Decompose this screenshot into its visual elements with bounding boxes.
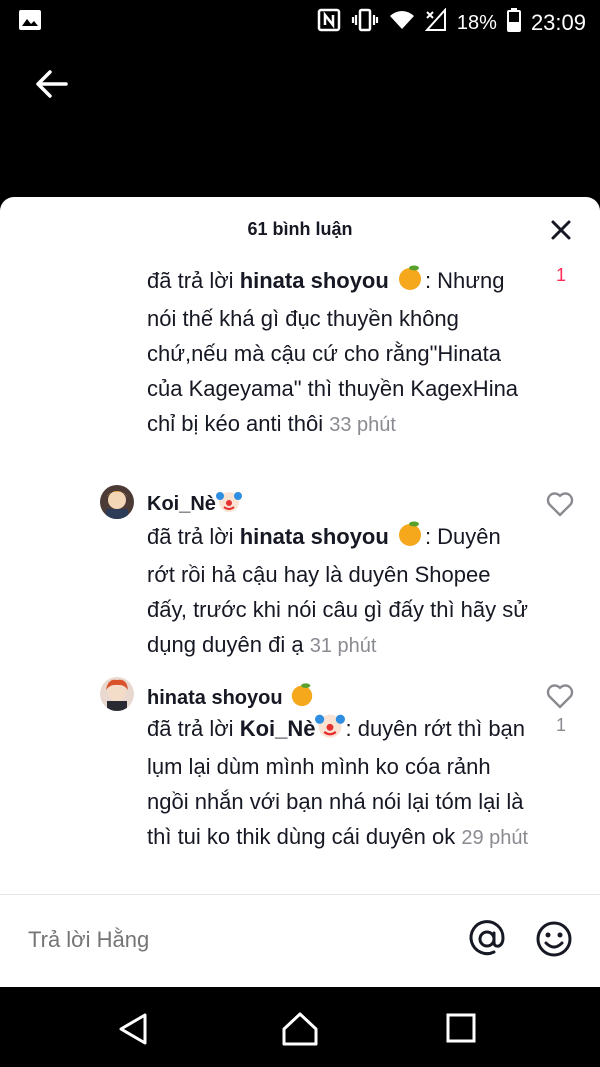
status-bar: 18% 23:09 [0, 0, 600, 40]
battery-level: 18% [456, 11, 497, 34]
recent-apps-icon[interactable] [442, 1009, 482, 1049]
signal-icon [424, 7, 447, 38]
close-icon[interactable] [550, 219, 572, 241]
clock: 23:09 [530, 10, 586, 35]
clown-emoji-icon [215, 489, 242, 520]
navigation-bar [0, 987, 600, 1067]
comment-time: 31 phút [309, 635, 377, 657]
back-triangle-icon[interactable] [115, 1009, 155, 1049]
like-count: 1 [555, 715, 566, 735]
comment-list[interactable]: đã trả lời hinata shoyou : Nhưng nói thế… [0, 257, 600, 892]
comment-username[interactable]: Koi_Nè [147, 489, 242, 520]
comment-text: đã trả lời Koi_Nè: duyên rớt thì bạn lụm… [147, 711, 532, 856]
comment-username[interactable]: hinata shoyou [147, 681, 316, 714]
mention-link[interactable]: Koi_Nè [240, 716, 316, 741]
comment-text: đã trả lời hinata shoyou : Nhưng nói thế… [147, 263, 532, 443]
home-icon[interactable] [280, 1009, 320, 1049]
heart-icon[interactable] [546, 491, 574, 517]
avatar[interactable] [100, 677, 134, 711]
clown-emoji-icon [315, 711, 346, 749]
wifi-icon [389, 9, 415, 37]
comments-sheet: 61 bình luận đã trả lời hinata shoyou : … [0, 197, 600, 987]
comment-time: 29 phút [461, 827, 529, 849]
mention-at-icon[interactable] [467, 919, 507, 959]
reply-bar [0, 894, 600, 987]
tangerine-emoji-icon [395, 519, 425, 557]
mention-link[interactable]: hinata shoyou [240, 268, 389, 293]
mention-link[interactable]: hinata shoyou [240, 524, 389, 549]
like-count: 1 [555, 265, 566, 285]
gallery-notification-icon [18, 9, 42, 36]
battery-icon [506, 8, 521, 38]
nfc-icon [317, 8, 341, 38]
reply-input[interactable] [26, 926, 450, 954]
tangerine-emoji-icon [395, 263, 425, 301]
heart-icon[interactable] [546, 683, 574, 709]
comment-text: đã trả lời hinata shoyou : Duyên rớt rồi… [147, 519, 532, 664]
comment-time: 33 phút [329, 414, 396, 436]
tangerine-emoji-icon [288, 681, 316, 714]
emoji-picker-icon[interactable] [534, 919, 574, 959]
comments-count-title: 61 bình luận [247, 219, 353, 239]
avatar[interactable] [100, 485, 134, 519]
back-arrow-icon[interactable] [34, 66, 70, 102]
vibrate-icon [351, 8, 379, 38]
